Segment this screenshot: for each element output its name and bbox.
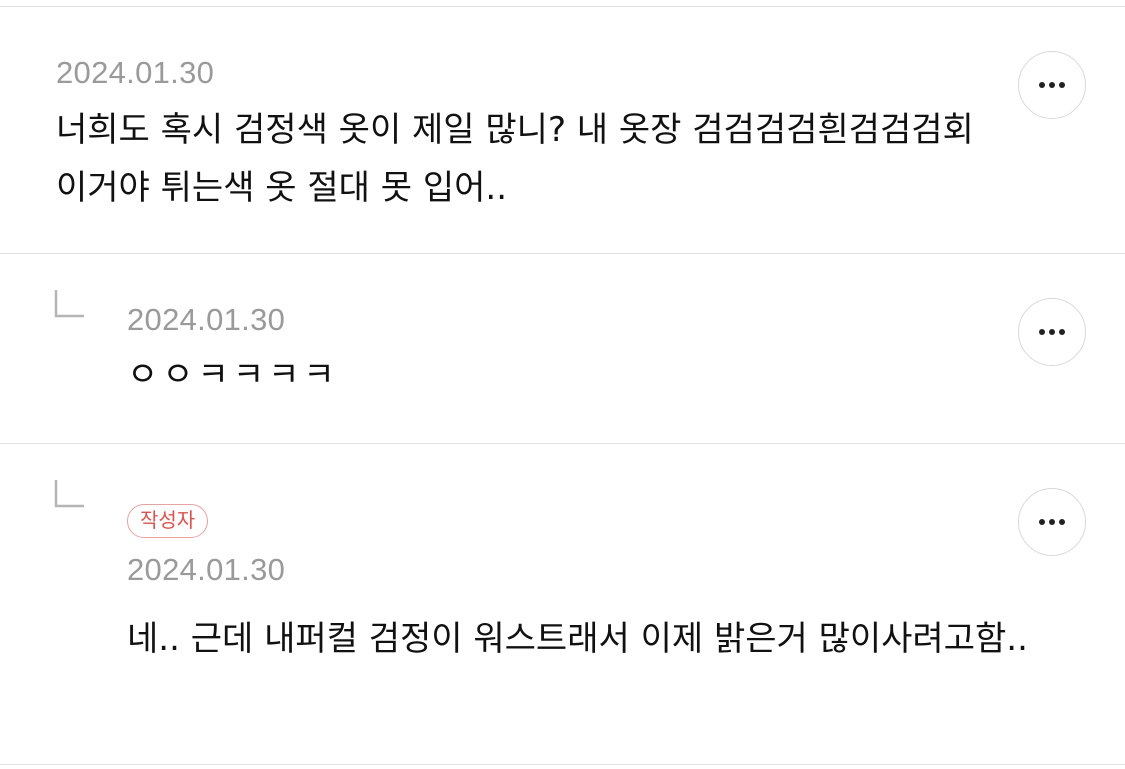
more-options-button[interactable]: [1018, 298, 1086, 366]
comment-text: ㅇㅇㅋㅋㅋㅋ: [127, 355, 339, 395]
reply-comment-item: 작성자 2024.01.30 네.. 근데 내퍼컬 검정이 워스트래서 이제 밝…: [0, 444, 1125, 764]
more-horizontal-icon: [1039, 82, 1065, 88]
divider: [0, 764, 1125, 765]
more-options-button[interactable]: [1018, 488, 1086, 556]
comment-date: 2024.01.30: [56, 55, 215, 90]
comment-date: 2024.01.30: [127, 302, 286, 337]
more-options-button[interactable]: [1018, 51, 1086, 119]
more-horizontal-icon: [1039, 519, 1065, 525]
reply-arrow-icon: [54, 290, 84, 318]
more-horizontal-icon: [1039, 329, 1065, 335]
comment-item: 2024.01.30 너희도 혹시 검정색 옷이 제일 많니? 내 옷장 검검검…: [0, 7, 1125, 253]
reply-comment-item: 2024.01.30 ㅇㅇㅋㅋㅋㅋ: [0, 254, 1125, 443]
reply-arrow-icon: [54, 480, 84, 508]
author-badge: 작성자: [127, 504, 209, 538]
comment-text: 네.. 근데 내퍼컬 검정이 워스트래서 이제 밝은거 많이사려고함..: [127, 619, 1028, 659]
comment-date: 2024.01.30: [127, 552, 286, 587]
comment-text: 너희도 혹시 검정색 옷이 제일 많니? 내 옷장 검검검검흰검검검회 이거야 …: [56, 110, 974, 208]
